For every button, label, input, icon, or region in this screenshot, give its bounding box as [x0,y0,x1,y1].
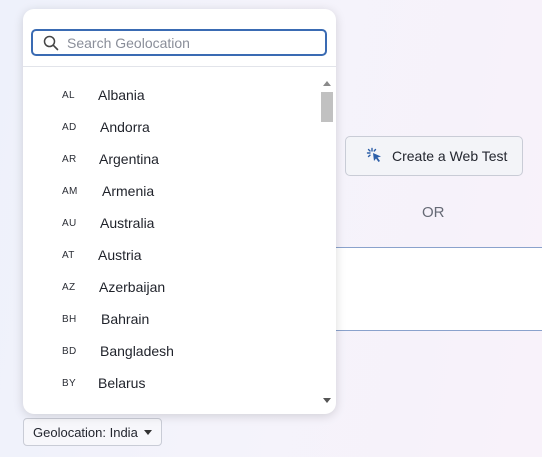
country-name: Argentina [99,151,159,167]
country-code: AT [62,249,75,261]
country-code: AZ [62,281,76,293]
country-name: Albania [98,87,145,103]
create-web-test-label: Create a Web Test [392,148,508,164]
search-box[interactable] [31,29,327,56]
country-code: AM [62,185,78,197]
cursor-click-icon [366,147,384,165]
country-item-bangladesh[interactable]: BD Bangladesh [23,335,319,367]
or-separator: OR [422,204,445,221]
country-item-belarus[interactable]: BY Belarus [23,367,319,399]
country-code: AD [62,121,77,133]
country-name: Austria [98,247,142,263]
country-item-argentina[interactable]: AR Argentina [23,143,319,175]
search-bar [23,9,336,67]
scroll-down-arrow-icon[interactable] [323,398,331,403]
caret-down-icon [143,429,152,435]
country-item-bahrain[interactable]: BH Bahrain [23,303,319,335]
geolocation-dropdown: AL Albania AD Andorra AR Argentina AM Ar… [23,9,336,414]
country-code: BY [62,377,76,389]
country-name: Andorra [100,119,150,135]
geolocation-dropdown-button[interactable]: Geolocation: India [23,418,162,446]
country-item-australia[interactable]: AU Australia [23,207,319,239]
country-item-armenia[interactable]: AM Armenia [23,175,319,207]
country-code: BH [62,313,77,325]
country-name: Bahrain [101,311,150,327]
list-scrollbar[interactable] [320,79,334,405]
country-name: Armenia [102,183,155,199]
country-item-andorra[interactable]: AD Andorra [23,111,319,143]
country-item-albania[interactable]: AL Albania [23,79,319,111]
country-name: Bangladesh [100,343,174,359]
scroll-up-arrow-icon[interactable] [323,81,331,86]
scrollbar-thumb[interactable] [321,92,333,122]
country-name: Azerbaijan [99,279,166,295]
country-code: AR [62,153,77,165]
search-icon [43,35,59,51]
country-code: AU [62,217,77,229]
country-item-azerbaijan[interactable]: AZ Azerbaijan [23,271,319,303]
geolocation-label: Geolocation: India [33,424,138,440]
country-code: AL [62,89,75,101]
country-name: Australia [100,215,155,231]
search-input[interactable] [67,34,307,51]
content-panel [330,247,542,331]
country-list: AL Albania AD Andorra AR Argentina AM Ar… [23,68,319,408]
country-code: BD [62,345,77,357]
country-name: Belarus [98,375,146,391]
create-web-test-button[interactable]: Create a Web Test [345,136,523,176]
country-item-austria[interactable]: AT Austria [23,239,319,271]
